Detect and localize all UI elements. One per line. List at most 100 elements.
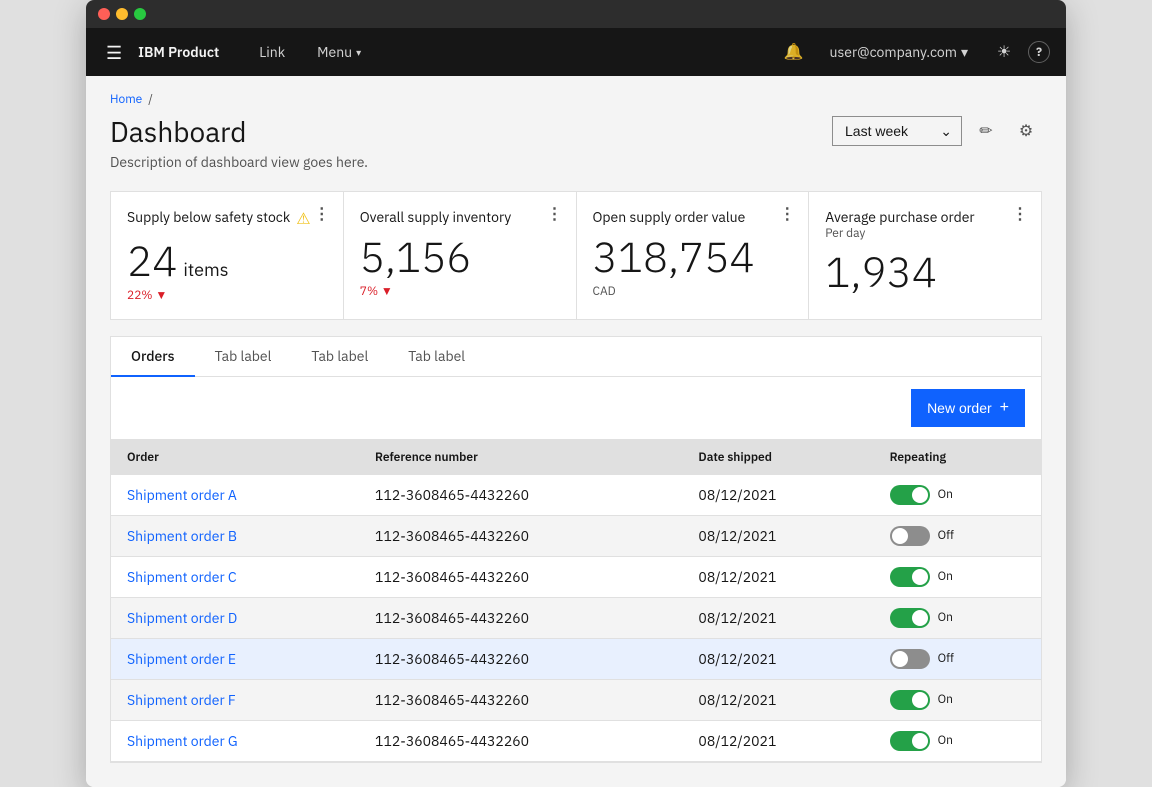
table-body: Shipment order A112-3608465-443226008/12…: [111, 475, 1041, 762]
warning-icon: ⚠: [296, 209, 310, 229]
table-toolbar: New order +: [111, 377, 1041, 440]
repeating-toggle[interactable]: [890, 690, 930, 710]
kpi-avg-purchase-subtitle: Per day: [825, 226, 1025, 241]
page-settings-button[interactable]: ⚙: [1010, 115, 1042, 147]
table-cell-repeating: Off: [874, 515, 1041, 556]
kpi-overflow-menu-icon[interactable]: ⋮: [314, 204, 331, 224]
toggle-knob: [912, 733, 928, 749]
toggle-knob: [912, 610, 928, 626]
table-cell-date: 08/12/2021: [682, 638, 873, 679]
order-link[interactable]: Shipment order A: [127, 486, 237, 504]
table-cell-repeating: On: [874, 720, 1041, 761]
toggle-knob: [912, 569, 928, 585]
table-cell-repeating: On: [874, 597, 1041, 638]
window-close-btn[interactable]: [98, 8, 110, 20]
tab-label-3[interactable]: Tab label: [291, 337, 388, 377]
menu-chevron-icon: ▾: [356, 46, 361, 59]
edit-button[interactable]: ✏: [970, 115, 1002, 147]
table-row: Shipment order F 112-3608465-443226008/12…: [111, 679, 1041, 720]
window-chrome: [86, 0, 1066, 28]
tab-label-2[interactable]: Tab label: [195, 337, 292, 377]
col-header-date: Date shipped: [682, 440, 873, 475]
kpi-open-supply-unit: CAD: [593, 284, 793, 299]
table-row: Shipment order E 112-3608465-443226008/12…: [111, 638, 1041, 679]
toggle-label: On: [938, 733, 953, 748]
table-cell-date: 08/12/2021: [682, 597, 873, 638]
repeating-toggle[interactable]: [890, 526, 930, 546]
repeating-toggle[interactable]: [890, 649, 930, 669]
repeating-toggle[interactable]: [890, 731, 930, 751]
kpi-open-supply-title: Open supply order value: [593, 208, 746, 226]
new-order-label: New order: [927, 400, 992, 416]
repeating-toggle[interactable]: [890, 567, 930, 587]
table-cell-ref: 112-3608465-4432260: [359, 638, 682, 679]
kpi-overall-inventory-value: 5,156: [360, 234, 560, 280]
table-cell-repeating: On: [874, 475, 1041, 516]
kpi-card-supply-safety: Supply below safety stock ⚠ 24items 22% …: [111, 192, 343, 319]
notification-bell-icon[interactable]: 🔔: [774, 28, 814, 76]
tab-orders[interactable]: Orders: [111, 337, 195, 377]
table-cell-date: 08/12/2021: [682, 515, 873, 556]
main-window: ☰ IBM Product Link Menu ▾ 🔔 user@company…: [86, 0, 1066, 787]
topnav-right-section: 🔔 user@company.com ▾ ☀ ?: [774, 28, 1050, 76]
hamburger-menu-icon[interactable]: ☰: [102, 37, 126, 68]
toggle-knob: [892, 528, 908, 544]
new-order-button[interactable]: New order +: [911, 389, 1025, 427]
page-title-section: Dashboard Description of dashboard view …: [110, 115, 368, 171]
page-description: Description of dashboard view goes here.: [110, 153, 368, 171]
user-menu[interactable]: user@company.com ▾: [818, 28, 980, 76]
repeating-toggle[interactable]: [890, 608, 930, 628]
order-link[interactable]: Shipment order B: [127, 527, 237, 545]
breadcrumb-separator: /: [148, 92, 153, 107]
window-maximize-btn[interactable]: [134, 8, 146, 20]
kpi-overflow-menu-icon-3[interactable]: ⋮: [779, 204, 796, 224]
toggle-knob: [912, 692, 928, 708]
toggle-label: On: [938, 569, 953, 584]
window-minimize-btn[interactable]: [116, 8, 128, 20]
kpi-supply-safety-title: Supply below safety stock: [127, 208, 290, 226]
col-header-ref: Reference number: [359, 440, 682, 475]
table-row: Shipment order A112-3608465-443226008/12…: [111, 475, 1041, 516]
order-link[interactable]: Shipment order D: [127, 609, 237, 627]
date-filter-select[interactable]: Last week Last month Last quarter Last y…: [832, 116, 962, 146]
main-content: Home / Dashboard Description of dashboar…: [86, 76, 1066, 787]
nav-link[interactable]: Link: [243, 28, 301, 76]
tab-label-4[interactable]: Tab label: [388, 337, 485, 377]
kpi-overflow-menu-icon-4[interactable]: ⋮: [1012, 204, 1029, 224]
kpi-open-supply-value: 318,754: [593, 234, 793, 280]
col-header-repeating: Repeating: [874, 440, 1041, 475]
order-link[interactable]: Shipment order G: [127, 732, 238, 750]
order-link[interactable]: Shipment order F: [127, 691, 236, 709]
table-row: Shipment order D112-3608465-443226008/12…: [111, 597, 1041, 638]
table-row: Shipment order B112-3608465-443226008/12…: [111, 515, 1041, 556]
tabs-bar: Orders Tab label Tab label Tab label: [111, 337, 1041, 377]
top-navigation: ☰ IBM Product Link Menu ▾ 🔔 user@company…: [86, 28, 1066, 76]
toggle-label: On: [938, 487, 953, 502]
order-link[interactable]: Shipment order C: [127, 568, 237, 586]
theme-toggle-icon[interactable]: ☀: [984, 28, 1024, 76]
table-cell-date: 08/12/2021: [682, 556, 873, 597]
user-menu-chevron-icon: ▾: [961, 43, 968, 61]
toggle-label: Off: [938, 528, 954, 543]
breadcrumb-home-link[interactable]: Home: [110, 92, 142, 107]
toggle-label: On: [938, 692, 953, 707]
page-header: Dashboard Description of dashboard view …: [110, 115, 1042, 171]
help-icon[interactable]: ?: [1028, 41, 1050, 63]
kpi-supply-safety-value: 24items: [127, 238, 327, 284]
kpi-card-overall-inventory: Overall supply inventory 5,156 7% ▼ ⋮: [344, 192, 576, 319]
toggle-label: On: [938, 610, 953, 625]
table-cell-repeating: On: [874, 556, 1041, 597]
order-link[interactable]: Shipment order E: [127, 650, 236, 668]
table-cell-date: 08/12/2021: [682, 679, 873, 720]
orders-table: Order Reference number Date shipped Repe…: [111, 440, 1041, 762]
kpi-overflow-menu-icon-2[interactable]: ⋮: [547, 204, 564, 224]
table-cell-repeating: On: [874, 679, 1041, 720]
brand-logo: IBM Product: [138, 43, 219, 61]
table-cell-ref: 112-3608465-4432260: [359, 679, 682, 720]
toggle-knob: [892, 651, 908, 667]
kpi-supply-safety-trend: 22% ▼: [127, 288, 327, 303]
nav-menu[interactable]: Menu ▾: [301, 28, 377, 76]
page-title: Dashboard: [110, 115, 368, 149]
repeating-toggle[interactable]: [890, 485, 930, 505]
col-header-order: Order: [111, 440, 359, 475]
